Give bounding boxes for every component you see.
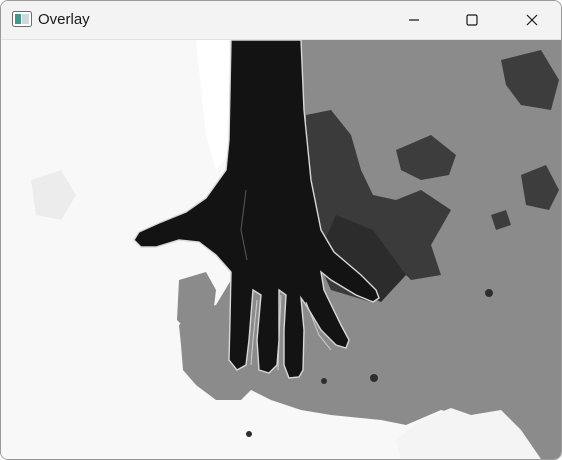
dark-speck-5 [246,431,252,437]
minimize-button[interactable] [385,1,443,39]
dark-speck-3 [370,374,378,382]
window-title: Overlay [38,11,90,28]
dark-speck-4 [321,378,327,384]
title-bar[interactable]: Overlay [1,1,561,40]
close-icon [526,14,538,26]
minimize-icon [409,19,419,21]
app-window: Overlay [0,0,562,460]
close-button[interactable] [503,1,561,39]
maximize-icon [466,14,478,26]
overlay-image-area[interactable] [1,40,561,459]
app-icon [12,11,32,27]
segmentation-overlay-image [1,40,561,459]
maximize-button[interactable] [443,1,501,39]
dark-speck-2 [485,289,493,297]
